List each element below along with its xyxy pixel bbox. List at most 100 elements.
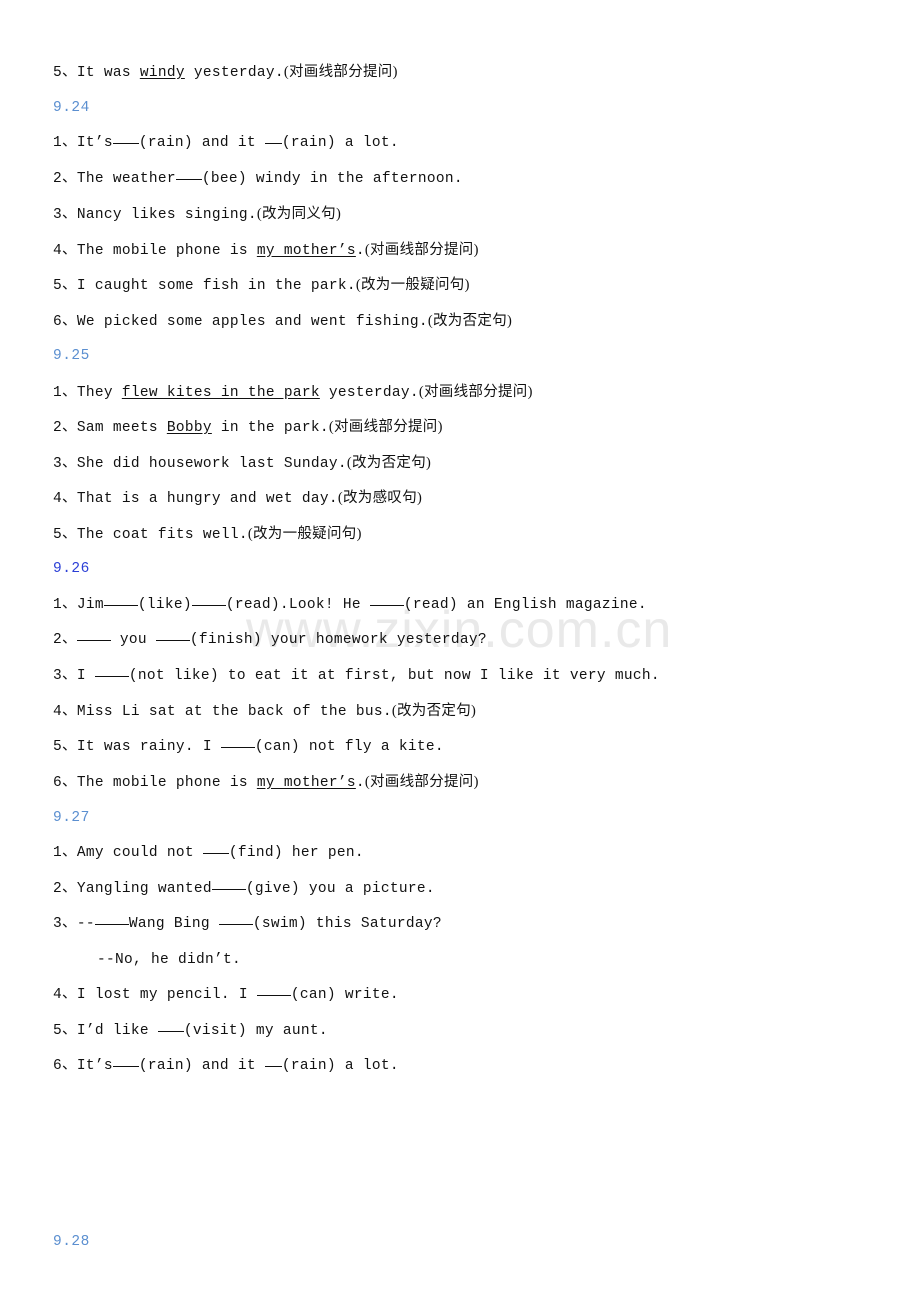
question-number: 5、 (53, 526, 77, 543)
question-line: 5、It was rainy. I (can) not fly a kite. (53, 730, 920, 766)
question-line: 1、They flew kites in the park yesterday.… (53, 375, 920, 411)
question-text: (find) her pen. (228, 845, 364, 861)
section-date-heading: 9.27 (53, 809, 90, 826)
question-text: They (76, 384, 122, 401)
question-line: 4、That is a hungry and wet day.(改为感叹句) (53, 481, 920, 517)
question-instruction: (改为感叹句) (337, 490, 423, 506)
answer-blank[interactable] (94, 924, 129, 925)
question-text: The mobile phone is (76, 775, 257, 791)
answer-blank[interactable] (112, 1066, 139, 1067)
answer-blank[interactable] (264, 1066, 282, 1067)
question-line: 6、The mobile phone is my mother’s.(对画线部分… (53, 765, 920, 801)
question-text: . (355, 242, 365, 259)
question-number: 1、 (53, 596, 77, 613)
question-line: 3、I (not like) to eat it at first, but n… (53, 659, 920, 695)
question-text: (can) write. (290, 987, 399, 1003)
question-number: 4、 (53, 491, 77, 507)
question-text: in the park. (211, 420, 329, 436)
question-instruction: (改为一般疑问句) (355, 277, 470, 293)
question-line: 5、I’d like (visit) my aunt. (53, 1014, 920, 1050)
question-text: We picked some apples and went fishing. (76, 313, 428, 330)
underlined-phrase: Bobby (166, 420, 212, 436)
question-instruction: (对画线部分提问) (364, 774, 479, 790)
question-text: I lost my pencil. I (76, 987, 257, 1003)
question-line: 3、She did housework last Sunday.(改为否定句) (53, 446, 920, 482)
question-number: 6、 (53, 1058, 77, 1074)
question-number: 3、 (53, 207, 77, 223)
section-date-heading: 9.24 (53, 99, 90, 116)
question-number: 4、 (53, 704, 77, 720)
question-number: 3、 (53, 667, 77, 684)
question-text: (can) not fly a kite. (254, 738, 444, 755)
answer-blank[interactable] (220, 746, 255, 748)
section-date-heading: 9.26 (53, 561, 90, 577)
question-text: you (110, 632, 156, 648)
question-line: 4、The mobile phone is my mother’s.(对画线部分… (53, 233, 920, 269)
answer-blank[interactable] (218, 924, 253, 925)
answer-blank[interactable] (103, 604, 138, 606)
question-instruction: (对画线部分提问) (418, 383, 533, 400)
question-line: 1、It’s (rain) and it (rain) a lot. (53, 126, 920, 162)
question-text: Sam meets (76, 420, 167, 436)
question-line: 2、Yangling wanted (give) you a picture. (53, 872, 920, 908)
answer-blank[interactable] (191, 604, 226, 606)
question-line: 5、It was windy yesterday.(对画线部分提问) (53, 55, 920, 91)
question-number: 6、 (53, 313, 77, 330)
question-number: 6、 (53, 775, 77, 791)
question-line: 2、Sam meets Bobby in the park.(对画线部分提问) (53, 410, 920, 446)
question-instruction: (改为否定句) (346, 454, 432, 471)
question-text: I caught some fish in the park. (76, 278, 356, 294)
question-text: Jim (76, 596, 104, 613)
question-line: 1、Jim (like) (read).Look! He (read) an Eng… (53, 588, 920, 624)
question-text: Wang Bing (128, 916, 219, 932)
section-date-heading: 9.28 (53, 1233, 90, 1250)
answer-blank[interactable] (202, 853, 229, 854)
question-text: It was (76, 65, 140, 81)
question-line: 4、I lost my pencil. I (can) write. (53, 978, 920, 1014)
answer-blank[interactable] (256, 995, 291, 996)
question-instruction: (对画线部分提问) (328, 419, 443, 435)
answer-blank[interactable] (112, 143, 139, 144)
question-number: 5、 (53, 1022, 77, 1039)
document-page: www.zixin.com.cn 5、It was windy yesterda… (0, 0, 920, 1302)
answer-blank[interactable] (155, 640, 190, 641)
question-instruction: (改为否定句) (427, 312, 513, 329)
question-number: 4、 (53, 987, 77, 1003)
question-instruction: (对画线部分提问) (283, 64, 398, 80)
question-line: 6、We picked some apples and went fishing… (53, 304, 920, 340)
question-line: 5、I caught some fish in the park.(改为一般疑问… (53, 268, 920, 304)
answer-blank[interactable] (264, 143, 282, 144)
question-text: (read) an English magazine. (403, 596, 647, 613)
question-text: (visit) my aunt. (183, 1022, 328, 1039)
exercise-list: 5、It was windy yesterday.(对画线部分提问) 9.24 1、… (53, 55, 920, 1260)
question-line: 3、-- Wang Bing (swim) this Saturday? (53, 907, 920, 943)
question-text: (swim) this Saturday? (252, 916, 442, 932)
question-text: Nancy likes singing. (76, 207, 257, 223)
question-text: (give) you a picture. (245, 880, 435, 897)
answer-blank[interactable] (369, 604, 404, 606)
question-text: --No, he didn’t. (97, 951, 242, 968)
question-number: 2、 (53, 420, 77, 436)
answer-blank[interactable] (175, 178, 202, 180)
underlined-phrase: my mother’s (256, 775, 356, 791)
question-number: 3、 (53, 455, 77, 472)
question-number: 1、 (53, 135, 77, 151)
answer-blank[interactable] (94, 675, 129, 677)
section-date-heading: 9.25 (53, 348, 90, 364)
underlined-phrase: my mother’s (256, 242, 356, 259)
question-line: --No, he didn’t. (53, 943, 920, 979)
question-instruction: (改为一般疑问句) (247, 525, 362, 542)
question-text: -- (76, 916, 95, 932)
question-text: yesterday. (319, 384, 419, 401)
question-text: (read).Look! He (225, 596, 370, 613)
answer-blank[interactable] (76, 640, 111, 641)
question-text: I (76, 667, 95, 684)
question-line: 6、It’s (rain) and it (rain) a lot. (53, 1049, 920, 1085)
question-text: Miss Li sat at the back of the bus. (76, 704, 392, 720)
question-number: 4、 (53, 242, 77, 259)
answer-blank[interactable] (211, 888, 246, 890)
underlined-phrase: windy (139, 65, 185, 81)
answer-blank[interactable] (157, 1030, 184, 1032)
underlined-phrase: flew kites in the park (121, 384, 320, 401)
